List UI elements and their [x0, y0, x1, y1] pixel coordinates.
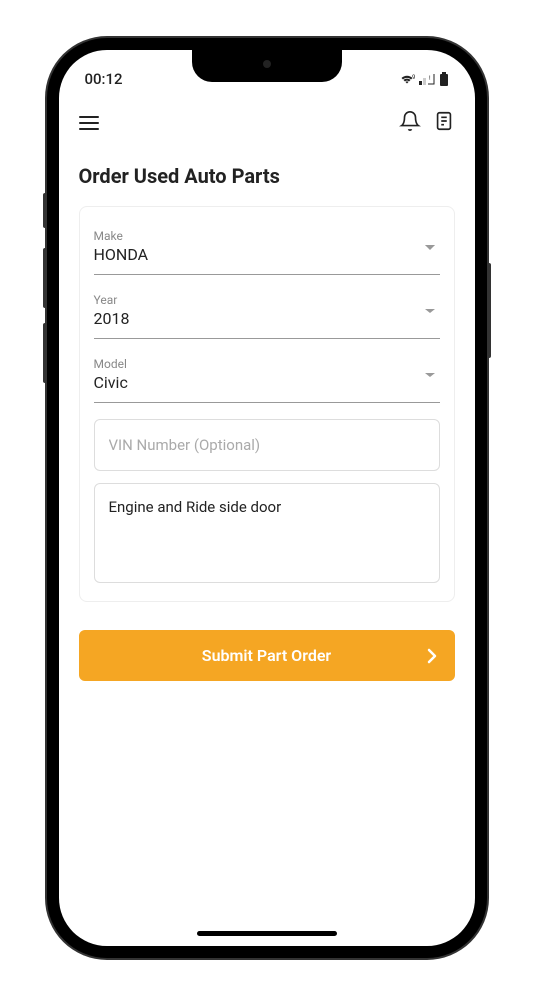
year-select[interactable]: Year 2018: [94, 285, 440, 339]
submit-button[interactable]: Submit Part Order: [79, 630, 455, 681]
status-time: 00:12: [85, 70, 123, 88]
battery-icon: [439, 72, 449, 86]
form-card: Make HONDA Year 2018 Model Civic: [79, 206, 455, 602]
page-title: Order Used Auto Parts: [59, 152, 475, 206]
description-input[interactable]: [94, 483, 440, 583]
year-label: Year: [94, 293, 440, 307]
chevron-right-icon: [427, 648, 437, 664]
chevron-down-icon: [424, 244, 436, 252]
phone-side-button: [487, 263, 491, 358]
status-indicators: 9 !: [399, 72, 449, 86]
phone-side-button: [43, 193, 47, 228]
home-indicator[interactable]: [197, 931, 337, 936]
year-value: 2018: [94, 309, 440, 328]
make-select[interactable]: Make HONDA: [94, 221, 440, 275]
menu-icon[interactable]: [79, 116, 99, 130]
svg-text:!: !: [429, 75, 431, 82]
make-label: Make: [94, 229, 440, 243]
model-value: Civic: [94, 373, 440, 392]
header: [59, 94, 475, 152]
phone-screen: 00:12 9 !: [59, 50, 475, 946]
clipboard-icon[interactable]: [433, 110, 455, 136]
make-value: HONDA: [94, 245, 440, 264]
vin-input[interactable]: [94, 419, 440, 471]
model-select[interactable]: Model Civic: [94, 349, 440, 403]
phone-side-button: [43, 323, 47, 383]
submit-label: Submit Part Order: [202, 646, 331, 665]
chevron-down-icon: [424, 372, 436, 380]
notifications-icon[interactable]: [399, 110, 421, 136]
phone-notch: [192, 50, 342, 82]
signal-icon: !: [419, 73, 435, 85]
model-label: Model: [94, 357, 440, 371]
phone-frame: 00:12 9 !: [47, 38, 487, 958]
phone-side-button: [43, 248, 47, 308]
svg-text:9: 9: [412, 74, 415, 81]
chevron-down-icon: [424, 308, 436, 316]
wifi-icon: 9: [399, 73, 415, 85]
